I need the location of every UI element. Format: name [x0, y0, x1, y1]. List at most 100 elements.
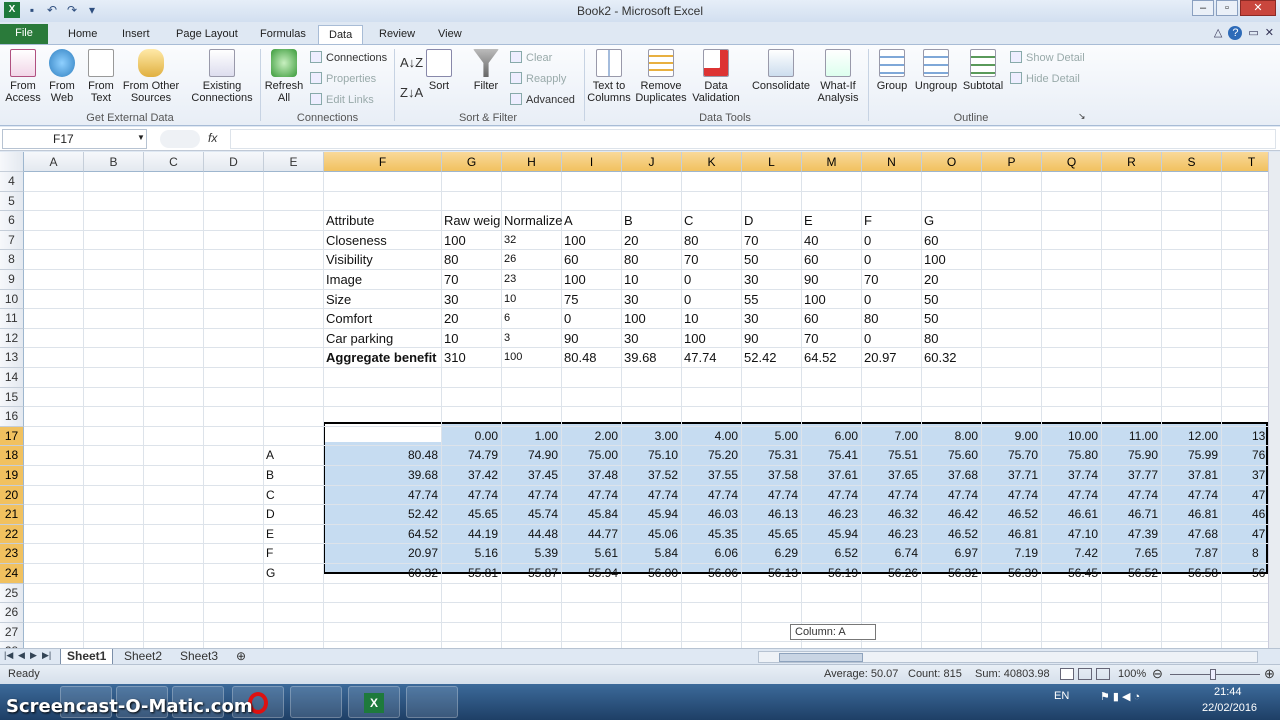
properties-button[interactable]: Properties: [310, 72, 376, 85]
horizontal-scrollbar[interactable]: [758, 651, 1258, 663]
table2-cell[interactable]: 47.10: [1042, 525, 1098, 544]
table2-cell[interactable]: 80.48: [324, 446, 438, 465]
table2-cell[interactable]: 46.03: [682, 505, 738, 524]
table1-cell[interactable]: 40: [804, 231, 860, 250]
table1-cell[interactable]: 60.32: [924, 348, 980, 367]
table2-cell[interactable]: 47.74: [682, 486, 738, 505]
table1-cell[interactable]: 80: [624, 250, 680, 269]
select-all-corner[interactable]: [0, 152, 24, 172]
table1-cell[interactable]: 32: [504, 231, 562, 250]
table2-cell[interactable]: 5.16: [442, 544, 498, 563]
table1-cell[interactable]: 70: [864, 270, 920, 289]
table2-row-label[interactable]: E: [266, 525, 322, 544]
column-header-K[interactable]: K: [682, 152, 742, 172]
table1-cell[interactable]: 50: [924, 290, 980, 309]
row-header-23[interactable]: 23: [0, 544, 24, 564]
worksheet-grid[interactable]: A B C D E F G H I J K L M N O P Q R S T 4 5 6 7 8 9 10 11 12 13 14 15 16…: [0, 152, 1268, 648]
table2-cell[interactable]: 37.68: [922, 466, 978, 485]
sort-button[interactable]: Sort: [424, 49, 454, 92]
column-header-J[interactable]: J: [622, 152, 682, 172]
table1-cell[interactable]: 80: [924, 329, 980, 348]
table1-cell[interactable]: 80: [684, 231, 740, 250]
existing-connections-button[interactable]: Existing Connections: [188, 49, 256, 104]
table1-cell[interactable]: Visibility: [326, 250, 442, 269]
sheet-tab-sheet1[interactable]: Sheet1: [60, 649, 114, 665]
row-header-12[interactable]: 12: [0, 328, 24, 349]
table2-header-cell[interactable]: 13: [1252, 427, 1268, 446]
row-header-21[interactable]: 21: [0, 505, 24, 525]
dialog-launcher-icon[interactable]: ↘: [1078, 111, 1086, 122]
show-detail-button[interactable]: Show Detail: [1010, 51, 1085, 64]
row-header-22[interactable]: 22: [0, 524, 24, 545]
table2-cell[interactable]: 45.94: [802, 525, 858, 544]
table2-cell[interactable]: 46.23: [862, 525, 918, 544]
close-icon[interactable]: ✕: [1240, 0, 1276, 16]
table2-cell[interactable]: 20.97: [324, 544, 438, 563]
table2-cell[interactable]: 47.39: [1102, 525, 1158, 544]
table2-header-cell[interactable]: 7.00: [862, 427, 918, 446]
table2-cell[interactable]: 74.90: [502, 446, 558, 465]
advanced-button[interactable]: Advanced: [510, 93, 575, 106]
column-header-Q[interactable]: Q: [1042, 152, 1102, 172]
table2-cell[interactable]: 56: [1252, 564, 1268, 583]
table2-header-cell[interactable]: 1.00: [502, 427, 558, 446]
row-header-8[interactable]: 8: [0, 250, 24, 270]
table1-cell[interactable]: 80: [444, 250, 502, 269]
restore-workbook-icon[interactable]: ▭: [1248, 26, 1258, 40]
table2-cell[interactable]: 47.74: [742, 486, 798, 505]
table1-cell[interactable]: 70: [444, 270, 502, 289]
table1-cell[interactable]: 80.48: [564, 348, 620, 367]
table2-cell[interactable]: 8: [1252, 544, 1268, 563]
hide-detail-button[interactable]: Hide Detail: [1010, 72, 1080, 85]
formula-bar-splitter[interactable]: [160, 130, 200, 148]
table2-cell[interactable]: 45.06: [622, 525, 678, 544]
column-header-B[interactable]: B: [84, 152, 144, 172]
close-workbook-icon[interactable]: ✕: [1265, 26, 1274, 40]
clock-date[interactable]: 22/02/2016: [1202, 702, 1257, 714]
last-sheet-icon[interactable]: ▶|: [42, 650, 51, 661]
column-header-F[interactable]: F: [324, 152, 442, 172]
table2-header-cell[interactable]: 12.00: [1162, 427, 1218, 446]
sheet-tab-sheet2[interactable]: Sheet2: [118, 649, 168, 665]
row-header-16[interactable]: 16: [0, 407, 24, 427]
connections-button[interactable]: Connections: [310, 51, 387, 64]
table1-header-cell[interactable]: E: [804, 211, 860, 230]
table1-cell[interactable]: 10: [444, 329, 502, 348]
table1-cell[interactable]: 26: [504, 250, 562, 269]
tab-page-layout[interactable]: Page Layout: [166, 25, 248, 44]
column-header-I[interactable]: I: [562, 152, 622, 172]
reapply-button[interactable]: Reapply: [510, 72, 566, 85]
table1-cell[interactable]: 70: [684, 250, 740, 269]
tab-insert[interactable]: Insert: [112, 25, 160, 44]
table2-cell[interactable]: 46.52: [982, 505, 1038, 524]
from-web-button[interactable]: From Web: [44, 49, 80, 104]
table2-cell[interactable]: 7.19: [982, 544, 1038, 563]
from-text-button[interactable]: From Text: [82, 49, 120, 104]
table2-cell[interactable]: 75.60: [922, 446, 978, 465]
help-icon[interactable]: ?: [1228, 26, 1243, 40]
table1-cell[interactable]: 0: [864, 290, 920, 309]
remove-duplicates-button[interactable]: Remove Duplicates: [634, 49, 688, 104]
row-header-11[interactable]: 11: [0, 309, 24, 329]
insert-function-icon[interactable]: fx: [208, 131, 217, 145]
table2-cell[interactable]: 45.35: [682, 525, 738, 544]
table1-cell[interactable]: 100: [924, 250, 980, 269]
table2-cell[interactable]: 75.41: [802, 446, 858, 465]
table2-cell[interactable]: 37.77: [1102, 466, 1158, 485]
table2-cell[interactable]: 47.74: [802, 486, 858, 505]
table2-cell[interactable]: 56.00: [622, 564, 678, 583]
tab-data[interactable]: Data: [318, 25, 364, 44]
table2-row-label[interactable]: G: [266, 564, 322, 583]
table2-cell[interactable]: 75.80: [1042, 446, 1098, 465]
table2-cell[interactable]: 76: [1252, 446, 1268, 465]
table2-header-cell[interactable]: 0.00: [442, 427, 498, 446]
table2-cell[interactable]: 37.42: [442, 466, 498, 485]
table2-cell[interactable]: 56.19: [802, 564, 858, 583]
sheet-tab-sheet3[interactable]: Sheet3: [174, 649, 224, 665]
table2-cell[interactable]: 46.42: [922, 505, 978, 524]
table1-cell[interactable]: Car parking: [326, 329, 442, 348]
column-header-R[interactable]: R: [1102, 152, 1162, 172]
tab-home[interactable]: Home: [58, 25, 107, 44]
table2-cell[interactable]: 45.84: [562, 505, 618, 524]
tab-formulas[interactable]: Formulas: [250, 25, 316, 44]
